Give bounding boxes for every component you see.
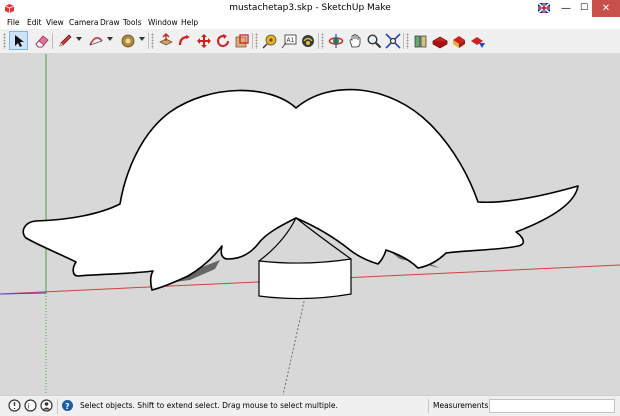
model-canvas[interactable]	[0, 54, 620, 395]
components-button[interactable]	[430, 31, 449, 50]
pan-button[interactable]	[345, 31, 364, 50]
zoom-extents-icon	[384, 32, 401, 49]
toolbar-grip[interactable]	[151, 33, 154, 49]
arc-dropdown-icon[interactable]	[107, 37, 113, 41]
credits-icon[interactable]: i	[24, 399, 37, 412]
3d-viewport[interactable]	[0, 54, 620, 395]
maximize-button[interactable]: ☐	[577, 0, 591, 17]
text-tool-button[interactable]: A1	[279, 31, 298, 50]
menu-edit[interactable]: Edit	[27, 18, 42, 28]
magnifier-icon	[366, 33, 381, 48]
share-model-button[interactable]	[468, 31, 487, 50]
warehouse-icon	[414, 35, 426, 47]
toolbar-separator	[318, 33, 319, 49]
red-axis-dotted	[282, 296, 306, 395]
status-separator	[57, 399, 58, 414]
mustache-face	[22, 88, 579, 291]
menu-help[interactable]: Help	[181, 18, 198, 28]
measurements-label: Measurements	[433, 401, 489, 410]
zoom-button[interactable]	[364, 31, 383, 50]
tape-measure-icon	[262, 34, 276, 48]
rotate-icon	[216, 33, 229, 47]
menu-tools[interactable]: Tools	[123, 18, 141, 28]
menu-camera[interactable]: Camera	[69, 18, 98, 28]
menu-file[interactable]: File	[7, 18, 20, 28]
arrow-cursor-icon	[14, 34, 24, 47]
follow-me-icon	[178, 34, 190, 45]
toolbar-grip[interactable]	[406, 33, 409, 49]
toolbar-separator	[148, 33, 149, 49]
toolbar-separator	[403, 33, 404, 49]
scale-tool-button[interactable]	[232, 31, 251, 50]
keyboard-layout-icon[interactable]	[535, 0, 553, 17]
mustache-model[interactable]	[22, 88, 579, 300]
eraser-tool-button[interactable]	[32, 31, 51, 50]
status-separator	[428, 399, 429, 414]
push-pull-icon	[158, 32, 173, 45]
zoom-extents-button[interactable]	[383, 31, 402, 50]
svg-text:?: ?	[65, 402, 70, 411]
status-bar: i ? Select objects. Shift to extend sele…	[0, 395, 620, 416]
mustache-base-cylinder	[258, 258, 352, 300]
dimension-icon	[301, 34, 314, 47]
push-pull-button[interactable]	[156, 31, 175, 50]
paint-dropdown-icon[interactable]	[139, 37, 145, 41]
tape-measure-button[interactable]	[260, 31, 279, 50]
arc-tool-button[interactable]	[86, 31, 105, 50]
paint-bucket-icon	[121, 34, 134, 47]
arc-icon	[88, 36, 103, 45]
move-arrows-icon	[196, 33, 211, 48]
rotate-tool-button[interactable]	[213, 31, 232, 50]
blue-axis	[0, 292, 47, 295]
title-bar: mustachetap3.skp - SketchUp Make — ☐ ✕	[0, 0, 620, 17]
main-toolbar: A1	[0, 29, 620, 54]
svg-text:A1: A1	[286, 37, 294, 44]
scale-icon	[235, 33, 249, 47]
help-icon[interactable]: ?	[61, 399, 74, 412]
warehouse-button[interactable]	[411, 31, 430, 50]
toolbar-separator	[52, 33, 53, 49]
extension-warehouse-button[interactable]	[449, 31, 468, 50]
hand-icon	[349, 33, 360, 47]
text-tool-icon: A1	[281, 34, 296, 48]
menu-window[interactable]: Window	[148, 18, 178, 28]
close-button[interactable]: ✕	[592, 0, 620, 17]
orbit-icon	[328, 33, 343, 48]
eraser-icon	[34, 34, 49, 47]
pencil-icon	[58, 34, 71, 47]
select-tool-button[interactable]	[9, 31, 28, 50]
measurements-input[interactable]	[489, 399, 615, 413]
toolbar-grip[interactable]	[321, 33, 324, 49]
share-icon	[470, 36, 485, 48]
orbit-button[interactable]	[326, 31, 345, 50]
geo-location-icon[interactable]	[8, 399, 21, 412]
toolbar-separator	[252, 33, 253, 49]
toolbar-grip[interactable]	[3, 33, 6, 49]
move-tool-button[interactable]	[194, 31, 213, 50]
follow-me-button[interactable]	[175, 31, 194, 50]
menu-view[interactable]: View	[46, 18, 64, 28]
minimize-button[interactable]: —	[556, 0, 576, 17]
line-tool-button[interactable]	[55, 31, 74, 50]
extension-icon	[452, 35, 465, 48]
line-dropdown-icon[interactable]	[76, 37, 82, 41]
svg-text:i: i	[28, 403, 30, 411]
menu-draw[interactable]: Draw	[100, 18, 120, 28]
menu-bar: File Edit View Camera Draw Tools Window …	[0, 17, 620, 29]
dimension-button[interactable]	[298, 31, 317, 50]
paint-bucket-button[interactable]	[118, 31, 137, 50]
toolbar-grip[interactable]	[255, 33, 258, 49]
user-account-icon[interactable]	[40, 399, 53, 412]
components-icon	[431, 36, 448, 48]
status-hint-text: Select objects. Shift to extend select. …	[80, 401, 338, 410]
window-title: mustachetap3.skp - SketchUp Make	[229, 3, 391, 13]
